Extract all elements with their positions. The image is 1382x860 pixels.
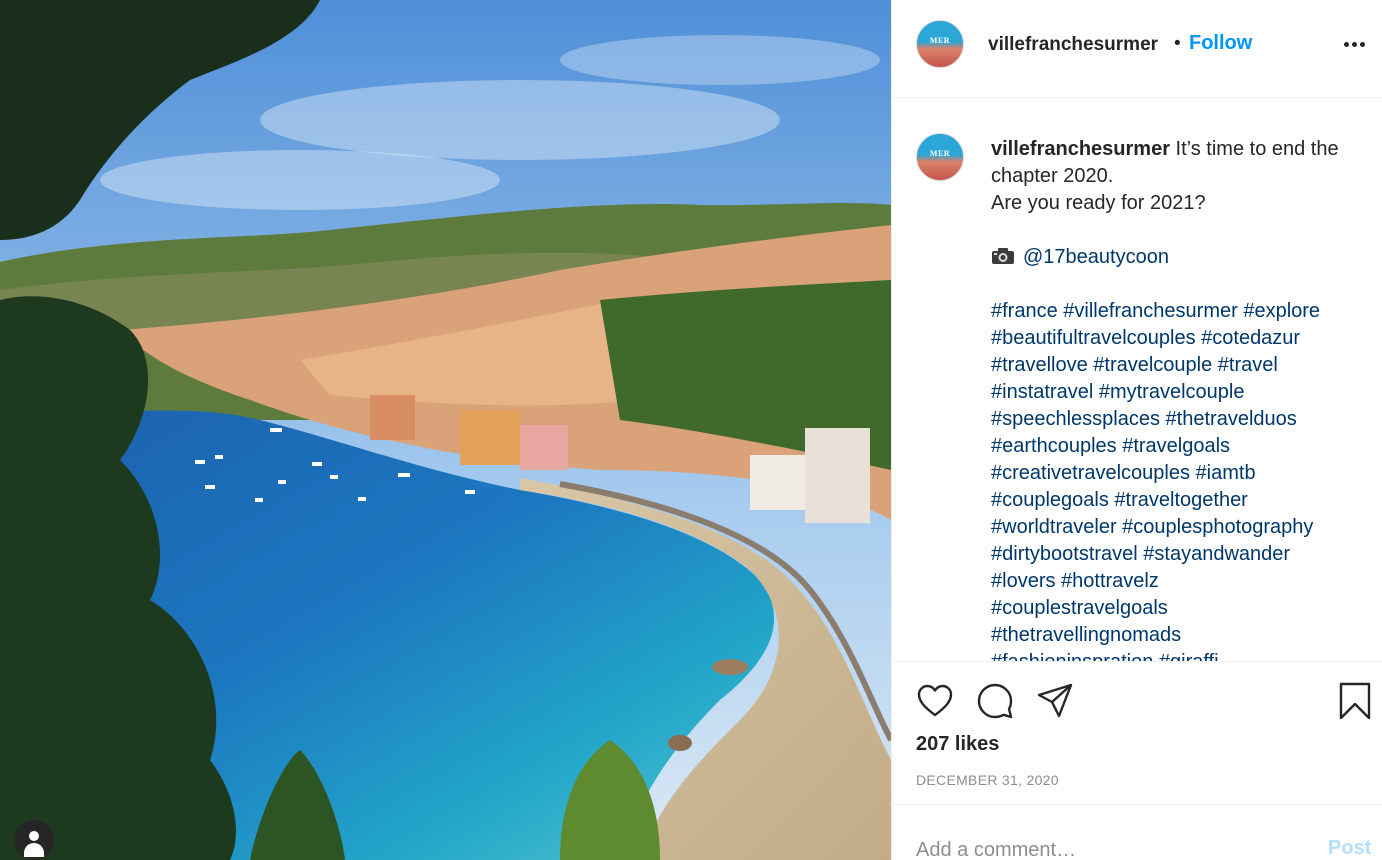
comment-input[interactable] [916, 837, 1296, 860]
hashtag-line[interactable]: #fashioninspration #giraffi... [991, 649, 1361, 661]
follow-button[interactable]: Follow [1189, 32, 1252, 55]
post-photo[interactable] [0, 0, 891, 860]
hashtag-line[interactable]: #travellove #travelcouple #travel [991, 352, 1361, 379]
post-header: MER villefranchesurmer • Follow [892, 0, 1382, 98]
hashtag-line[interactable]: #instatravel #mytravelcouple [991, 379, 1361, 406]
caption-area: MER villefranchesurmer It’s time to end … [892, 99, 1382, 661]
user-tag-icon[interactable] [14, 820, 54, 860]
hashtag-line[interactable]: #thetravellingnomads [991, 622, 1361, 649]
likes-count[interactable]: 207 likes [916, 733, 999, 756]
heart-icon[interactable] [916, 682, 954, 720]
photo-artwork [0, 0, 891, 860]
caption-text: villefranchesurmer It’s time to end the … [991, 136, 1361, 661]
caption-author-avatar[interactable]: MER [916, 133, 964, 181]
hashtag-line[interactable]: #worldtraveler #couplesphotography [991, 514, 1361, 541]
caption-author[interactable]: villefranchesurmer [991, 138, 1170, 160]
hashtag-line[interactable]: #speechlessplaces #thetravelduos [991, 406, 1361, 433]
hashtag-line[interactable]: #earthcouples #travelgoals [991, 433, 1361, 460]
caption-line: Are you ready for 2021? [991, 192, 1206, 214]
hashtag-line[interactable]: #couplegoals #traveltogether [991, 487, 1361, 514]
hashtag-line[interactable]: #couplestravelgoals [991, 595, 1361, 622]
post-sidebar: MER villefranchesurmer • Follow MER vill… [891, 0, 1382, 860]
caption-line: It’s time to end the [1175, 138, 1339, 160]
bookmark-icon[interactable] [1336, 682, 1374, 720]
author-avatar[interactable]: MER [916, 20, 964, 68]
more-options-icon[interactable] [1344, 36, 1368, 52]
post-date: DECEMBER 31, 2020 [916, 772, 1059, 788]
caption-line: chapter 2020. [991, 165, 1114, 187]
camera-icon [992, 248, 1014, 264]
share-icon[interactable] [1036, 682, 1074, 720]
avatar-text: MER [929, 36, 951, 45]
hashtag-line[interactable]: #lovers #hottravelz [991, 568, 1361, 595]
hashtag-line[interactable]: #beautifultravelcouples #cotedazur [991, 325, 1361, 352]
author-username[interactable]: villefranchesurmer [988, 34, 1158, 56]
hashtag-line[interactable]: #creativetravelcouples #iamtb [991, 460, 1361, 487]
hashtag-line[interactable]: #france #villefranchesurmer #explore [991, 298, 1361, 325]
hashtag-line[interactable]: #dirtybootstravel #stayandwander [991, 541, 1361, 568]
comment-box: Post [892, 804, 1382, 860]
comment-icon[interactable] [976, 682, 1014, 720]
photo-credit-link[interactable]: @17beautycoon [1023, 246, 1169, 268]
separator-dot: • [1174, 33, 1181, 54]
post-comment-button[interactable]: Post [1328, 837, 1371, 860]
avatar-text: MER [929, 149, 951, 158]
post-actions: 207 likes DECEMBER 31, 2020 Post [892, 661, 1382, 860]
